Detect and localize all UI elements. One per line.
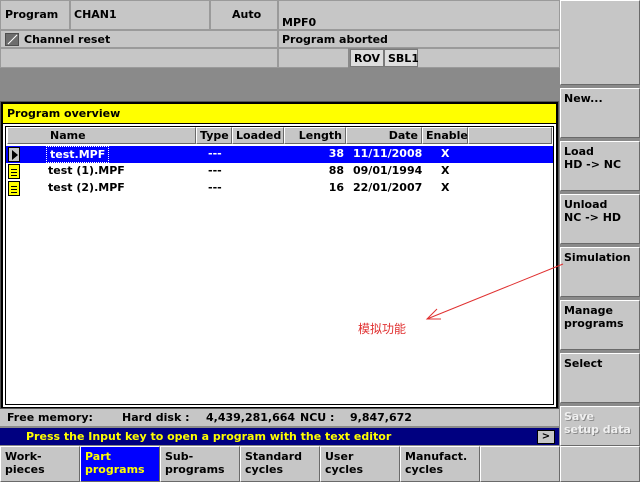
file-date: 09/01/1994	[353, 164, 423, 177]
flag-sbl1: SBL1	[384, 49, 419, 67]
free-memory-bar: Free memory: Hard disk : 4,439,281,664 N…	[0, 409, 559, 426]
free-memory-label: Free memory:	[7, 411, 93, 424]
file-length: 88	[328, 164, 344, 177]
more-info-button[interactable]: >	[537, 430, 555, 444]
column-header-length[interactable]: Length	[284, 127, 346, 144]
softkey-workpieces[interactable]: Work- pieces	[0, 446, 80, 482]
status-flags-area	[278, 48, 348, 68]
softkey-subprograms[interactable]: Sub- programs	[160, 446, 240, 482]
program-file-icon	[8, 164, 20, 179]
file-name: test (1).MPF	[48, 164, 125, 177]
file-enable: X	[441, 164, 450, 177]
file-length: 16	[328, 181, 344, 194]
softkey-standard-cycles[interactable]: Standard cycles	[240, 446, 320, 482]
file-row[interactable]: test.MPF --- 38 11/11/2008 X	[6, 146, 553, 163]
file-type: ---	[208, 164, 222, 177]
file-date: 22/01/2007	[353, 181, 423, 194]
softkey-new[interactable]: New...	[560, 88, 640, 138]
flag-rov: ROV	[350, 49, 384, 67]
file-name: test.MPF	[46, 146, 110, 163]
file-enable: X	[441, 181, 450, 194]
softkey-manage-programs[interactable]: Manage programs	[560, 300, 640, 350]
program-file-icon	[8, 147, 20, 162]
status-flags-area-right	[418, 48, 560, 68]
operating-mode-label: Auto	[210, 0, 278, 30]
softkey-manufact-cycles[interactable]: Manufact. cycles	[400, 446, 480, 482]
hard-disk-label: Hard disk :	[122, 411, 190, 424]
softkey-user-cycles[interactable]: User cycles	[320, 446, 400, 482]
mode-label: Program	[0, 0, 70, 30]
program-name-label: MPF0	[278, 0, 560, 30]
column-header-loaded[interactable]: Loaded	[232, 127, 284, 144]
channel-reset-icon	[5, 32, 19, 46]
column-header-enable[interactable]: Enable	[422, 127, 468, 144]
file-type: ---	[208, 181, 222, 194]
ncu-value: 9,847,672	[350, 411, 412, 424]
window-title: Program overview	[3, 104, 556, 123]
annotation-label: 模拟功能	[358, 322, 407, 336]
column-header-type[interactable]: Type	[196, 127, 232, 144]
file-type: ---	[208, 147, 222, 160]
channel-state: Channel reset	[0, 30, 278, 48]
column-header-date[interactable]: Date	[346, 127, 422, 144]
file-row[interactable]: test (2).MPF --- 16 22/01/2007 X	[6, 180, 553, 197]
program-file-icon	[8, 181, 20, 196]
channel-label: CHAN1	[70, 0, 210, 30]
file-name: test (2).MPF	[48, 181, 125, 194]
softkey-horizontal-8[interactable]	[560, 446, 640, 482]
softkey-horizontal-7[interactable]	[480, 446, 560, 482]
column-header-blank	[468, 127, 552, 144]
softkey-load-hd-nc[interactable]: Load HD -> NC	[560, 141, 640, 191]
column-header-name[interactable]: Name	[7, 127, 196, 144]
softkey-simulation[interactable]: Simulation	[560, 247, 640, 297]
softkey-save-setup-data: Save setup data	[560, 406, 640, 446]
softkey-select[interactable]: Select	[560, 353, 640, 403]
hard-disk-value: 4,439,281,664	[206, 411, 296, 424]
channel-state-text: Channel reset	[24, 33, 111, 46]
softkey-unload-nc-hd[interactable]: Unload NC -> HD	[560, 194, 640, 244]
status-message-area	[0, 48, 278, 68]
file-date: 11/11/2008	[353, 147, 423, 160]
softkey-vertical-0[interactable]	[560, 0, 640, 85]
softkey-part-programs[interactable]: Part programs	[80, 446, 160, 482]
file-row[interactable]: test (1).MPF --- 88 09/01/1994 X	[6, 163, 553, 180]
file-enable: X	[441, 147, 450, 160]
program-state: Program aborted	[278, 30, 560, 48]
file-length: 38	[328, 147, 344, 160]
info-message: Press the Input key to open a program wi…	[0, 428, 559, 445]
ncu-label: NCU :	[300, 411, 335, 424]
